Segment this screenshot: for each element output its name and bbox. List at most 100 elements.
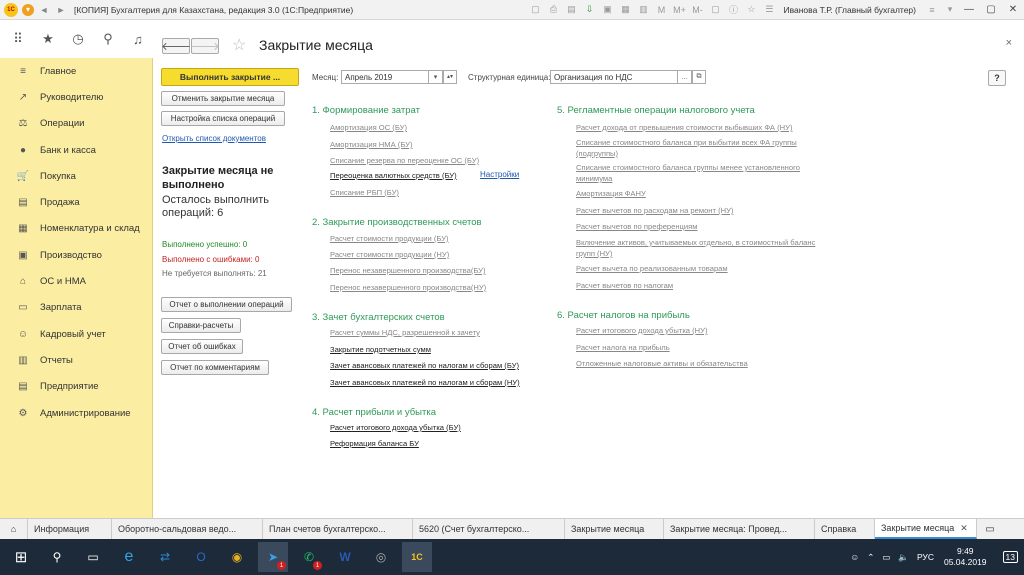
chevron-up-icon[interactable]: ⌃	[867, 552, 874, 563]
sidebar-item-sales[interactable]: ▤ Продажа	[0, 189, 152, 215]
run-closing-button[interactable]: Выполнить закрытие ...	[161, 68, 299, 86]
operation-link[interactable]: Расчет вычетов по преференциям	[576, 221, 697, 232]
close-icon[interactable]: ✕	[960, 523, 968, 534]
open-documents-link[interactable]: Открыть список документов	[162, 134, 266, 143]
operation-link[interactable]: Включение активов, учитываемых отдельно,…	[576, 237, 821, 259]
operation-link[interactable]: Расчет налога на прибыль	[576, 342, 670, 353]
app-icon[interactable]: ◎	[366, 542, 396, 572]
month-field[interactable]: Апрель 2019	[341, 70, 429, 84]
print-icon[interactable]: ⎙	[545, 2, 561, 18]
operation-link[interactable]: Расчет стоимости продукции (НУ)	[330, 249, 449, 260]
home-icon[interactable]: ◄	[37, 3, 51, 17]
calculator-icon[interactable]: ▥	[635, 2, 651, 18]
tab-month-closing-posting[interactable]: Закрытие месяца: Провед...	[664, 519, 815, 539]
tab-home[interactable]: ⌂	[0, 519, 28, 539]
operation-link[interactable]: Зачет авансовых платежей по налогам и сб…	[330, 377, 520, 388]
sidebar-item-purchase[interactable]: 🛒 Покупка	[0, 163, 152, 189]
tab-month-closing[interactable]: Закрытие месяца	[565, 519, 664, 539]
search-icon[interactable]: ⚲	[42, 542, 72, 572]
whatsapp-icon[interactable]: ✆ 1	[294, 542, 324, 572]
settings-link[interactable]: Настройки	[480, 170, 519, 179]
favorite-icon[interactable]: ☆	[743, 2, 759, 18]
tab-account-5620[interactable]: 5620 (Счет бухгалтерско...	[413, 519, 565, 539]
language-indicator[interactable]: РУС	[917, 552, 934, 562]
unit-field[interactable]: Организация по НДС	[550, 70, 678, 84]
close-window-button[interactable]: ✕	[1002, 1, 1024, 19]
tab-info[interactable]: Информация	[28, 519, 112, 539]
main-menu-icon[interactable]: ▾	[22, 3, 34, 16]
operation-link[interactable]: Расчет суммы НДС, разрешенной к зачету	[330, 327, 480, 338]
sidebar-item-manager[interactable]: ↗ Руководителю	[0, 84, 152, 110]
sidebar-item-production[interactable]: ▣ Производство	[0, 242, 152, 268]
operation-link[interactable]: Расчет итогового дохода убытка (БУ)	[330, 422, 461, 433]
operation-link[interactable]: Зачет авансовых платежей по налогам и сб…	[330, 360, 519, 371]
history-icon[interactable]: ◷	[70, 31, 86, 47]
operation-link[interactable]: Расчет стоимости продукции (БУ)	[330, 233, 449, 244]
star-icon[interactable]: ★	[40, 31, 56, 47]
search-icon[interactable]: ⚲	[100, 31, 116, 47]
windows-start-icon[interactable]: ⊞	[6, 542, 36, 572]
operation-link[interactable]: Амортизация ОС (БУ)	[330, 122, 407, 133]
refresh-icon[interactable]: ▢	[527, 2, 543, 18]
sidebar-item-assets[interactable]: ⌂ ОС и НМА	[0, 268, 152, 294]
sidebar-item-main[interactable]: ≡ Главное	[0, 58, 152, 84]
tab-trial-balance[interactable]: Оборотно-сальдовая ведо...	[112, 519, 263, 539]
task-view-icon[interactable]: ▭	[78, 542, 108, 572]
operation-link[interactable]: Реформация баланса БУ	[330, 438, 419, 449]
memory-icon[interactable]: M	[653, 2, 669, 18]
operation-link[interactable]: Расчет вычетов по расходам на ремонт (НУ…	[576, 205, 733, 216]
operation-link[interactable]: Расчет дохода от превышения стоимости вы…	[576, 122, 792, 133]
forward-icon[interactable]: ►	[54, 3, 68, 17]
forward-arrow-icon[interactable]: 🡒	[190, 38, 220, 54]
sidebar-item-hr[interactable]: ☺ Кадровый учет	[0, 321, 152, 347]
history-icon[interactable]: ▣	[599, 2, 615, 18]
cancel-closing-button[interactable]: Отменить закрытие месяца	[161, 91, 285, 106]
operation-link[interactable]: Списание РБП (БУ)	[330, 187, 399, 198]
operation-link[interactable]: Амортизация ФАНУ	[576, 188, 646, 199]
sidebar-item-admin[interactable]: ⚙ Администрирование	[0, 400, 152, 426]
tab-help[interactable]: Справка	[815, 519, 875, 539]
calendar-icon[interactable]: ▦	[617, 2, 633, 18]
operation-link[interactable]: Отложенные налоговые активы и обязательс…	[576, 358, 748, 369]
favorite-star-icon[interactable]: ☆	[232, 35, 246, 55]
back-arrow-icon[interactable]: 🡐	[161, 38, 191, 54]
tab-month-closing-active[interactable]: Закрытие месяца ✕	[875, 519, 977, 539]
operation-link[interactable]: Перенос незавершенного производства(БУ)	[330, 265, 486, 276]
sidebar-item-operations[interactable]: ⚖ Операции	[0, 111, 152, 137]
download-icon[interactable]: ⇩	[581, 2, 597, 18]
operation-link[interactable]: Расчет вычета по реализованным товарам	[576, 263, 728, 274]
user-icon[interactable]: ☰	[761, 2, 777, 18]
month-dropdown-icon[interactable]: ▾	[429, 70, 443, 84]
unit-open-icon[interactable]: ⧉	[692, 70, 706, 84]
operation-link[interactable]: Перенос незавершенного производства(НУ)	[330, 282, 486, 293]
teamviewer-icon[interactable]: ⇄	[150, 542, 180, 572]
operation-link[interactable]: Закрытие подотчетных сумм	[330, 344, 431, 355]
operation-link[interactable]: Списание стоимостного баланса группы мен…	[576, 162, 806, 184]
settings-operations-button[interactable]: Настройка списка операций	[161, 111, 285, 126]
tab-chart-of-accounts[interactable]: План счетов бухгалтерско...	[263, 519, 413, 539]
month-stepper[interactable]: ▴▾	[443, 70, 457, 84]
unit-select-icon[interactable]: …	[678, 70, 692, 84]
calculations-button[interactable]: Справки-расчеты	[161, 318, 241, 333]
onec-taskbar-icon[interactable]: 1С	[402, 542, 432, 572]
word-icon[interactable]: W	[330, 542, 360, 572]
volume-icon[interactable]: 🔈	[898, 552, 909, 563]
people-icon[interactable]: ☺	[851, 552, 860, 562]
operation-link[interactable]: Расчет вычетов по налогам	[576, 280, 673, 291]
help-button[interactable]: ?	[988, 70, 1006, 86]
bell-icon[interactable]: ♫	[130, 32, 146, 47]
telegram-icon[interactable]: ➤ 1	[258, 542, 288, 572]
edge-browser-icon[interactable]: e	[114, 542, 144, 572]
memory-plus-icon[interactable]: M+	[671, 2, 687, 18]
info-icon[interactable]: ⓘ	[725, 2, 741, 18]
chrome-icon[interactable]: ◉	[222, 542, 252, 572]
sidebar-item-bank[interactable]: ● Банк и касса	[0, 137, 152, 163]
operations-report-button[interactable]: Отчет о выполнении операций	[161, 297, 292, 312]
apps-grid-icon[interactable]: ⠿	[10, 31, 26, 47]
sidebar-item-warehouse[interactable]: ▦ Номенклатура и склад	[0, 216, 152, 242]
operation-link[interactable]: Амортизация НМА (БУ)	[330, 139, 412, 150]
maximize-button[interactable]: ▢	[980, 1, 1002, 19]
dropdown-icon[interactable]: ▾	[942, 2, 958, 18]
notification-count[interactable]: 13	[1002, 551, 1018, 563]
clock[interactable]: 9:49 05.04.2019	[944, 546, 987, 568]
